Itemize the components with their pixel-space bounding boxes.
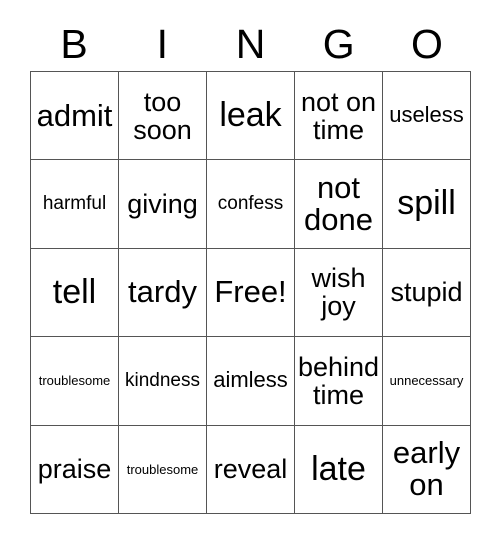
bingo-cell-label: early on (392, 435, 461, 503)
bingo-cell-r3c5[interactable]: stupid (383, 248, 471, 338)
bingo-cell-label: confess (217, 193, 284, 215)
bingo-cell-r5c4[interactable]: late (295, 425, 383, 514)
bingo-header-letter-n: N (235, 21, 266, 67)
bingo-cell-label: troublesome (38, 373, 111, 389)
bingo-cell-r4c2[interactable]: kindness (119, 337, 207, 426)
bingo-cell-r5c1[interactable]: praise (31, 425, 119, 514)
bingo-header-letter-b: B (60, 21, 88, 67)
bingo-grid: admit too soon leak not on time useless … (30, 71, 471, 514)
bingo-card: B I N G O admit too soon leak not on tim… (0, 0, 500, 544)
bingo-header-letter-o: O (410, 21, 443, 67)
bingo-cell-label: praise (37, 454, 112, 485)
bingo-cell-label: too soon (133, 86, 192, 145)
bingo-cell-label: wish joy (311, 263, 366, 322)
bingo-cell-label: tardy (128, 274, 197, 310)
bingo-cell-label: aimless (213, 367, 288, 393)
bingo-cell-r2c1[interactable]: harmful (31, 160, 119, 249)
bingo-cell-label: kindness (125, 370, 200, 392)
bingo-cell-label: not done (304, 169, 373, 238)
bingo-cell-r1c2[interactable]: too soon (119, 72, 207, 161)
bingo-cell-r5c2[interactable]: troublesome (119, 425, 207, 514)
bingo-header-letter-g: G (322, 21, 355, 67)
bingo-cell-r3c4[interactable]: wish joy (295, 248, 383, 338)
bingo-cell-r2c5[interactable]: spill (383, 160, 471, 249)
bingo-cell-r4c1[interactable]: troublesome (31, 337, 119, 426)
bingo-cell-label: Free! (214, 274, 287, 310)
bingo-cell-r3c2[interactable]: tardy (119, 248, 207, 338)
bingo-cell-label: useless (389, 102, 464, 128)
bingo-cell-r4c4[interactable]: behind time (295, 337, 383, 426)
bingo-cell-label: unnecessary (389, 373, 464, 389)
bingo-cell-label: troublesome (126, 461, 199, 477)
bingo-cell-r2c4[interactable]: not done (295, 160, 383, 249)
bingo-cell-r5c3[interactable]: reveal (207, 425, 295, 514)
bingo-cell-label: spill (397, 184, 456, 223)
bingo-cell-label: leak (219, 96, 282, 135)
bingo-cell-label: harmful (42, 193, 107, 215)
bingo-cell-label: stupid (390, 277, 463, 308)
bingo-cell-r4c5[interactable]: unnecessary (383, 337, 471, 426)
bingo-cell-r1c3[interactable]: leak (207, 72, 295, 161)
bingo-cell-label: reveal (213, 454, 288, 485)
bingo-cell-label: behind time (297, 351, 380, 410)
bingo-cell-r2c2[interactable]: giving (119, 160, 207, 249)
bingo-cell-r1c1[interactable]: admit (31, 72, 119, 161)
bingo-cell-r1c5[interactable]: useless (383, 72, 471, 161)
bingo-cell-label: tell (52, 272, 97, 311)
bingo-header-row: B I N G O (30, 18, 471, 71)
bingo-cell-r4c3[interactable]: aimless (207, 337, 295, 426)
bingo-cell-label: giving (127, 189, 198, 220)
bingo-cell-r2c3[interactable]: confess (207, 160, 295, 249)
bingo-cell-r5c5[interactable]: early on (383, 425, 471, 514)
bingo-cell-r1c4[interactable]: not on time (295, 72, 383, 161)
bingo-cell-free-space[interactable]: Free! (207, 248, 295, 338)
bingo-cell-label: late (311, 449, 366, 488)
bingo-cell-r3c1[interactable]: tell (31, 248, 119, 338)
bingo-cell-label: admit (36, 97, 113, 133)
bingo-cell-label: not on time (300, 86, 377, 145)
bingo-header-letter-i: I (156, 21, 168, 67)
